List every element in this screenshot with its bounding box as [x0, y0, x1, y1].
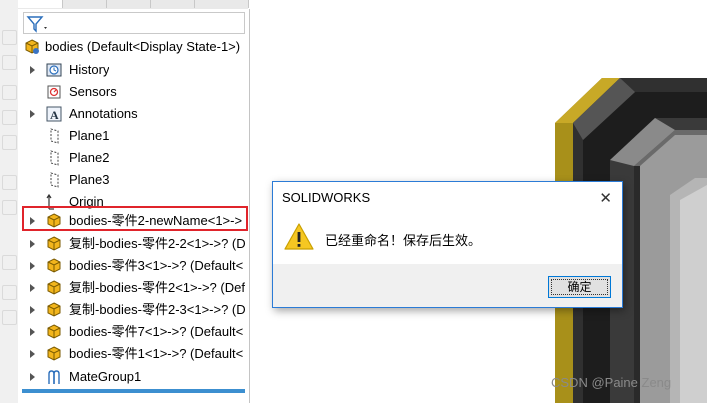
dialog-title: SOLIDWORKS: [282, 190, 371, 205]
mate-icon: [48, 370, 60, 384]
tree-item-plane3[interactable]: Plane3: [18, 169, 249, 191]
strip-icon[interactable]: [2, 310, 17, 325]
tree-item-component[interactable]: bodies-零件3<1>->? (Default<: [18, 255, 249, 277]
tree-item-label: bodies-零件7<1>->? (Default<: [69, 324, 244, 339]
expand-arrow-icon[interactable]: [30, 350, 35, 358]
strip-icon[interactable]: [2, 55, 17, 70]
tree-item-label: 复制-bodies-零件2-3<1>->? (D: [69, 302, 246, 317]
tree-item-component[interactable]: bodies-零件1<1>->? (Default<: [18, 343, 249, 365]
svg-text:A: A: [50, 108, 59, 122]
ok-button[interactable]: 确定: [548, 276, 611, 298]
tab-dimxpert-manager[interactable]: [150, 0, 195, 8]
command-strip: [0, 0, 18, 403]
tree-item-mategroup[interactable]: MateGroup1: [18, 366, 249, 388]
strip-icon[interactable]: [2, 175, 17, 190]
component-icon: [47, 302, 61, 317]
tree-item-label: Annotations: [69, 106, 138, 121]
tree-item-sensors[interactable]: Sensors: [18, 81, 249, 103]
watermark: CSDN @Paine Zeng: [551, 375, 672, 390]
component-icon: [47, 324, 61, 339]
plane-icon: [50, 172, 59, 188]
tree-item-plane1[interactable]: Plane1: [18, 125, 249, 147]
strip-icon[interactable]: [2, 200, 17, 215]
tab-feature-manager[interactable]: [18, 0, 63, 8]
dialog-titlebar[interactable]: SOLIDWORKS ✕: [273, 182, 622, 212]
rollback-bar[interactable]: [22, 389, 245, 393]
tree-item-label: Sensors: [69, 84, 117, 99]
strip-icon[interactable]: [2, 85, 17, 100]
tab-configuration-manager[interactable]: [106, 0, 151, 8]
annotation-icon: A: [46, 106, 62, 122]
tree-item-label: MateGroup1: [69, 369, 142, 384]
strip-icon[interactable]: [2, 135, 17, 150]
expand-arrow-icon[interactable]: [30, 110, 35, 118]
plane-icon: [50, 150, 59, 166]
tree-item-label: 复制-bodies-零件2-2<1>->? (D: [69, 236, 246, 251]
message-dialog: SOLIDWORKS ✕ 已经重命名！保存后生效。 确定: [272, 181, 623, 308]
tree-item-component[interactable]: 复制-bodies-零件2-3<1>->? (D: [18, 299, 249, 321]
component-icon: [47, 258, 61, 273]
expand-arrow-icon[interactable]: [30, 240, 35, 248]
component-icon: [47, 236, 61, 251]
tree-item-label: History: [69, 62, 110, 77]
component-icon: [47, 346, 61, 361]
filter-icon[interactable]: [26, 15, 50, 33]
part-icon: [25, 39, 39, 54]
expand-arrow-icon[interactable]: [30, 284, 35, 292]
tree-item-component[interactable]: 复制-bodies-零件2<1>->? (Def: [18, 277, 249, 299]
strip-icon[interactable]: [2, 30, 17, 45]
tree-root-label: bodies (Default<Display State-1>): [45, 39, 241, 54]
expand-arrow-icon[interactable]: [30, 66, 35, 74]
close-icon[interactable]: ✕: [599, 189, 612, 207]
expand-arrow-icon[interactable]: [30, 328, 35, 336]
warning-icon: [284, 223, 314, 250]
tree-item-plane2[interactable]: Plane2: [18, 147, 249, 169]
tree-item-label: bodies-零件3<1>->? (Default<: [69, 258, 244, 273]
tree-item-label: Plane2: [69, 150, 110, 165]
tree-item-label: Plane1: [69, 128, 110, 143]
strip-icon[interactable]: [2, 285, 17, 300]
expand-arrow-icon[interactable]: [30, 306, 35, 314]
dialog-message: 已经重命名！保存后生效。: [325, 233, 482, 248]
strip-icon[interactable]: [2, 255, 17, 270]
tree-item-component[interactable]: 复制-bodies-零件2-2<1>->? (D: [18, 233, 249, 255]
tree-item-history[interactable]: History: [18, 59, 249, 81]
tab-property-manager[interactable]: [62, 0, 107, 8]
tree-item-label: 复制-bodies-零件2<1>->? (Def: [69, 280, 245, 295]
tree-item-component[interactable]: bodies-零件7<1>->? (Default<: [18, 321, 249, 343]
filter-box[interactable]: [23, 12, 245, 34]
selection-highlight-box: [22, 206, 248, 231]
plane-icon: [50, 128, 59, 144]
expand-arrow-icon[interactable]: [30, 373, 35, 381]
tree-root[interactable]: bodies (Default<Display State-1>): [18, 36, 249, 58]
dialog-body: 已经重命名！保存后生效。: [273, 212, 622, 264]
component-icon: [47, 280, 61, 295]
tab-display-manager[interactable]: [194, 0, 249, 8]
tree-item-label: Plane3: [69, 172, 110, 187]
expand-arrow-icon[interactable]: [30, 262, 35, 270]
sensor-icon: [47, 85, 61, 99]
tree-item-label: bodies-零件1<1>->? (Default<: [69, 346, 244, 361]
tree-item-annotations[interactable]: A Annotations: [18, 103, 249, 125]
strip-icon[interactable]: [2, 110, 17, 125]
history-icon: [46, 63, 62, 77]
